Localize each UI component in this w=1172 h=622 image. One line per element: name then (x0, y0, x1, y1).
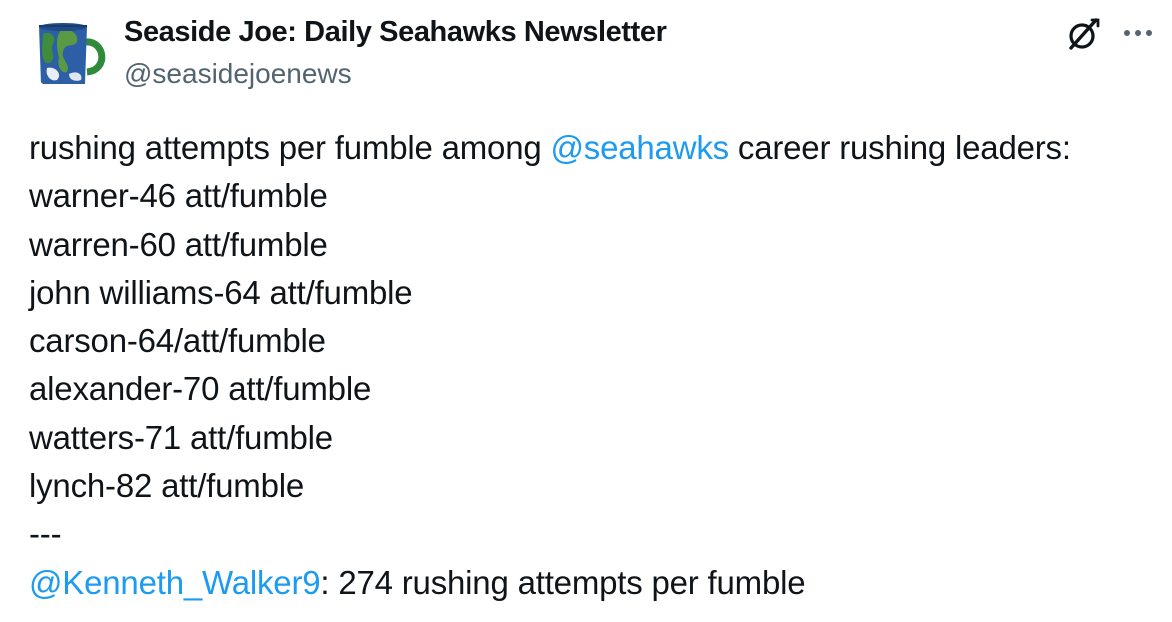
kenneth-walker-mention-link[interactable]: @Kenneth_Walker9 (29, 564, 321, 601)
author-handle[interactable]: @seasidejoenews (124, 58, 352, 90)
avatar[interactable] (27, 12, 107, 92)
tweet-line: alexander-70 att/fumble (29, 370, 372, 408)
more-horizontal-icon (1124, 30, 1152, 36)
grok-button[interactable] (1064, 14, 1104, 54)
more-options-button[interactable] (1116, 14, 1160, 54)
tweet-line: lynch-82 att/fumble (29, 467, 305, 505)
tweet-line: john williams-64 att/fumble (29, 273, 413, 311)
seahawks-mention-link[interactable]: @seahawks (550, 129, 729, 166)
final-text: : 274 rushing attempts per fumble (320, 563, 806, 601)
intro-suffix: career rushing leaders: (728, 129, 1071, 166)
tweet-intro-line: rushing attempts per fumble among @seaha… (29, 124, 1071, 172)
tweet-line: warren-60 att/fumble (29, 225, 328, 263)
tweet-text: rushing attempts per fumble among @seaha… (29, 124, 1071, 607)
intro-text: rushing attempts per fumble among (29, 129, 551, 166)
tweet-final-line: @Kenneth_Walker9: 274 rushing attempts p… (29, 559, 1071, 607)
grok-icon (1069, 18, 1100, 50)
tweet-line: warner-46 att/fumble (29, 177, 328, 215)
author-display-name[interactable]: Seaside Joe: Daily Seahawks Newsletter (124, 16, 667, 49)
tweet-line: carson-64/att/fumble (29, 322, 326, 360)
separator-line: --- (29, 515, 62, 553)
tweet-line: watters-71 att/fumble (29, 418, 333, 456)
earth-mug-avatar-icon (27, 12, 107, 92)
